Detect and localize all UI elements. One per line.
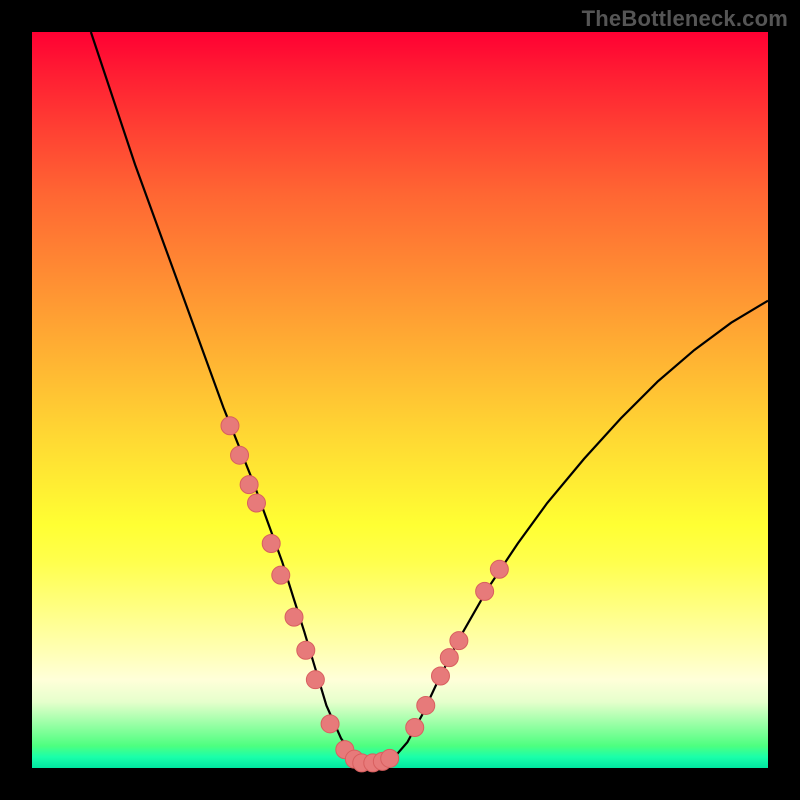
data-points: [221, 417, 508, 772]
data-point: [381, 749, 399, 767]
data-point: [240, 476, 258, 494]
data-point: [321, 715, 339, 733]
watermark-label: TheBottleneck.com: [582, 6, 788, 32]
data-point: [450, 632, 468, 650]
data-point: [221, 417, 239, 435]
data-point: [247, 494, 265, 512]
data-point: [417, 696, 435, 714]
data-point: [431, 667, 449, 685]
data-point: [262, 535, 280, 553]
data-point: [285, 608, 303, 626]
data-point: [297, 641, 315, 659]
plot-area: [32, 32, 768, 768]
data-point: [306, 671, 324, 689]
chart-container: TheBottleneck.com: [0, 0, 800, 800]
data-point: [231, 446, 249, 464]
data-point: [406, 719, 424, 737]
data-point: [272, 566, 290, 584]
curve-svg: [32, 32, 768, 768]
data-point: [490, 560, 508, 578]
data-point: [476, 582, 494, 600]
data-point: [440, 649, 458, 667]
bottleneck-curve: [91, 32, 768, 764]
